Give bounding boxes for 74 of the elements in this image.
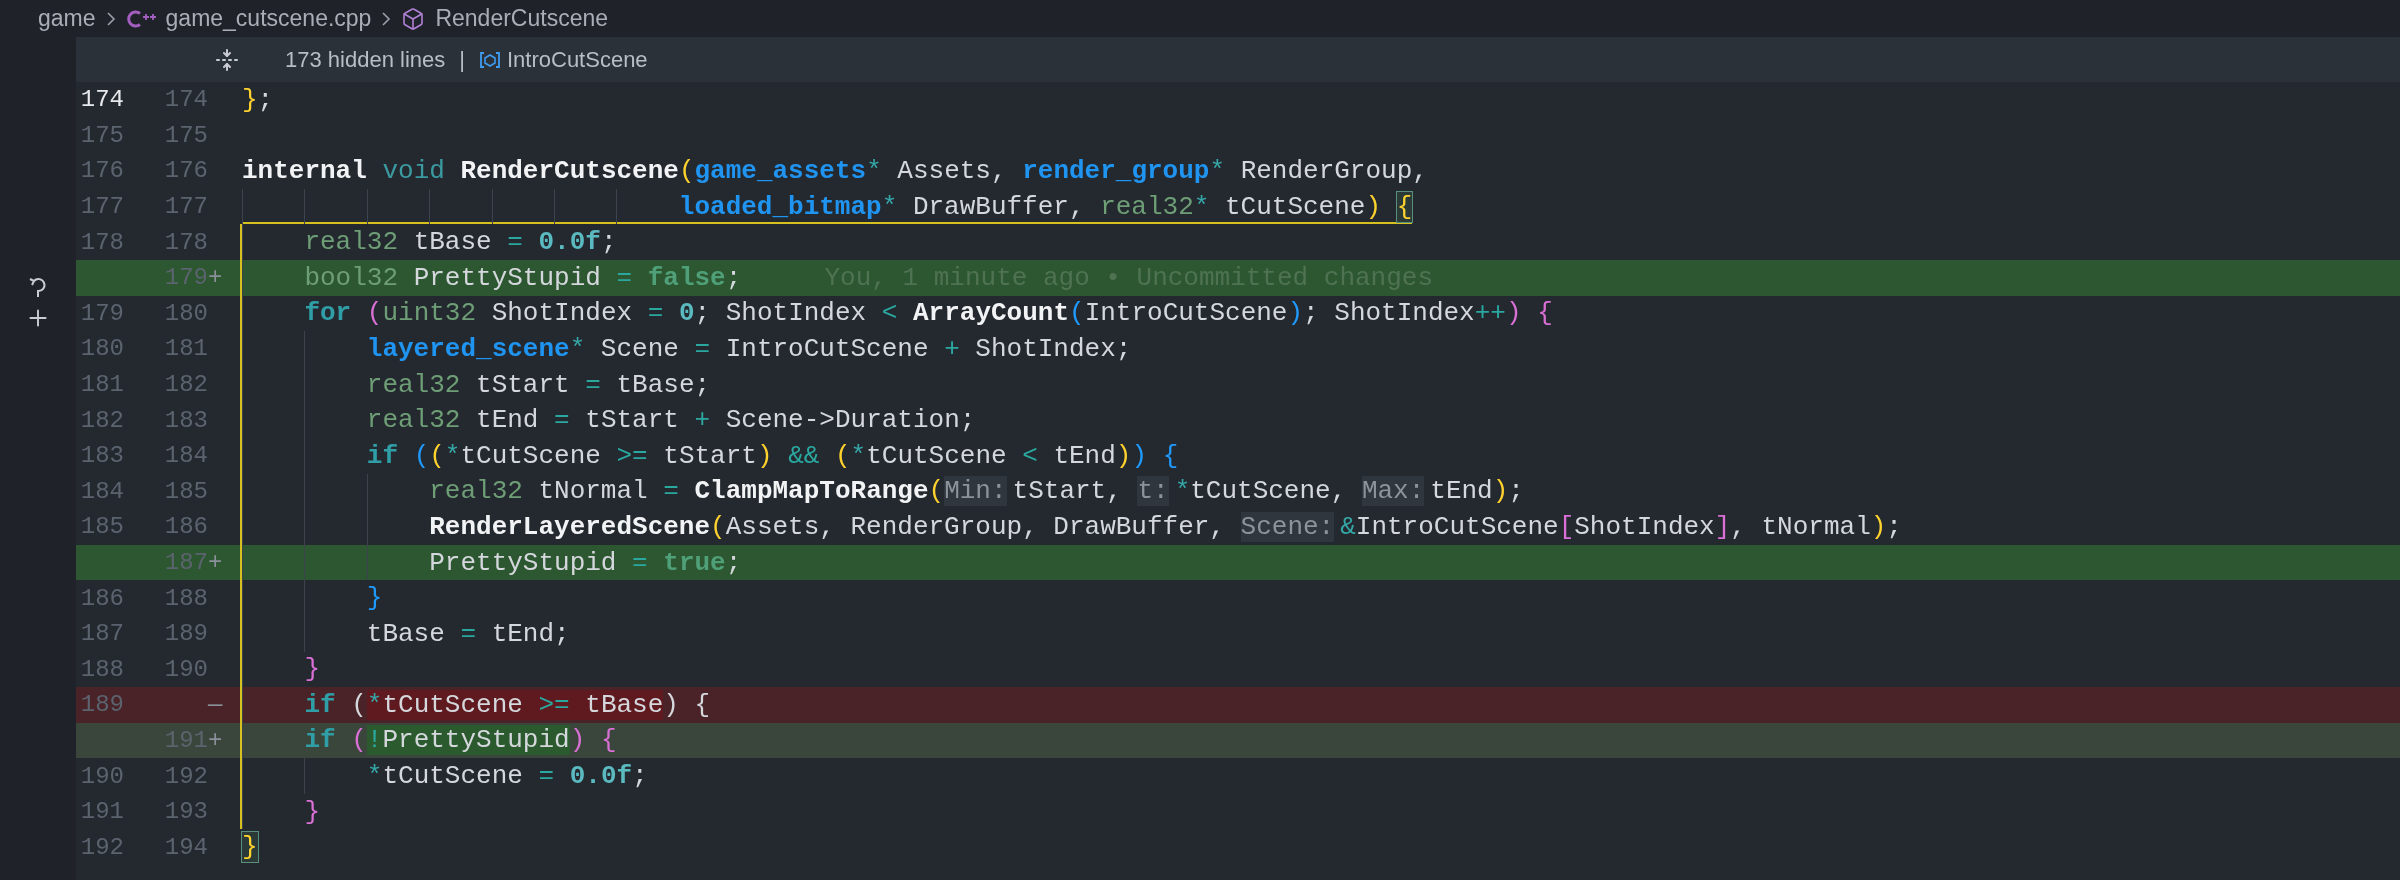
line-number: 193 bbox=[163, 798, 208, 826]
line-number: 174 bbox=[79, 86, 124, 114]
diff-marker: — bbox=[208, 691, 224, 719]
chevron-right-icon bbox=[105, 10, 116, 27]
line-number: 182 bbox=[163, 371, 208, 399]
code-line: internal void RenderCutscene(game_assets* Assets, render_group* RenderGroup, bbox=[242, 155, 1428, 188]
line-number: 187 bbox=[79, 620, 124, 648]
line-number: 175 bbox=[79, 121, 124, 149]
line-number: 187 bbox=[163, 549, 208, 576]
line-number: 190 bbox=[163, 655, 208, 683]
line-number: 189 bbox=[79, 691, 124, 719]
line-number: 174 bbox=[163, 86, 208, 114]
line-number: 179 bbox=[79, 299, 124, 327]
code-line: }; bbox=[242, 83, 274, 117]
line-number: 190 bbox=[79, 762, 124, 790]
breadcrumb-item[interactable]: RenderCutscene bbox=[435, 5, 608, 32]
line-number: 176 bbox=[79, 157, 124, 185]
line-number: 188 bbox=[79, 655, 124, 683]
line-number: 186 bbox=[79, 584, 124, 612]
code-line: if (!PrettyStupid) { bbox=[242, 722, 617, 759]
line-number: 178 bbox=[163, 228, 208, 256]
line-number: 175 bbox=[163, 121, 208, 149]
line-number: 177 bbox=[163, 193, 208, 221]
line-number: 194 bbox=[163, 833, 208, 861]
variable-symbol-icon bbox=[478, 50, 501, 69]
code-line: real32 tStart = tBase; bbox=[242, 366, 711, 403]
cube-icon bbox=[401, 6, 426, 31]
line-number: 179 bbox=[163, 264, 208, 292]
code-line: real32 tBase = 0.0f; bbox=[242, 224, 617, 260]
separator: | bbox=[459, 46, 465, 73]
code-line: PrettyStupid = true; bbox=[242, 544, 742, 581]
breadcrumb-item[interactable]: game_cutscene.cpp bbox=[165, 5, 372, 32]
line-number: 180 bbox=[79, 335, 124, 363]
diff-marker: + bbox=[208, 549, 224, 576]
code-line: if ((*tCutScene >= tStart) && (*tCutScene < tEnd)) { bbox=[242, 437, 1179, 474]
diff-marker: + bbox=[208, 727, 224, 754]
line-number: 189 bbox=[163, 620, 208, 648]
code-line: } bbox=[242, 793, 320, 830]
line-number: 185 bbox=[163, 477, 208, 505]
line-number: 191 bbox=[79, 798, 124, 826]
code-line: if (*tCutScene >= tBase) { bbox=[242, 687, 711, 723]
code-line: loaded_bitmap* DrawBuffer, real32* tCutScene) { bbox=[242, 188, 1413, 225]
code-line: layered_scene* Scene = IntroCutScene + ShotIndex; bbox=[242, 331, 1132, 367]
code-line: RenderLayeredScene(Assets, RenderGroup, DrawBuffer, Scene: &IntroCutScene[ShotIndex], tNormal); bbox=[242, 509, 1902, 545]
line-number: 183 bbox=[163, 406, 208, 434]
line-number: 181 bbox=[79, 371, 124, 399]
code-line: real32 tEnd = tStart + Scene->Duration; bbox=[242, 402, 976, 438]
line-number: 177 bbox=[79, 193, 124, 221]
chevron-right-icon bbox=[381, 10, 392, 27]
code-line: for (uint32 ShotIndex = 0; ShotIndex < ArrayCount(IntroCutScene); ShotIndex++) { bbox=[242, 295, 1553, 332]
line-number: 186 bbox=[163, 513, 208, 541]
line-number: 185 bbox=[79, 513, 124, 541]
code-line: } bbox=[242, 580, 383, 616]
diff-marker: + bbox=[208, 264, 224, 292]
code-line: tBase = tEnd; bbox=[242, 615, 570, 652]
cpp-file-icon bbox=[125, 8, 156, 29]
line-number: 176 bbox=[163, 157, 208, 185]
line-number: 188 bbox=[163, 584, 208, 612]
line-number: 178 bbox=[79, 228, 124, 256]
code-line: bool32 PrettyStupid = false; bbox=[242, 259, 742, 296]
breadcrumb-item[interactable]: game bbox=[38, 5, 96, 32]
line-number: 180 bbox=[163, 299, 208, 327]
line-number: 184 bbox=[163, 442, 208, 470]
line-number: 184 bbox=[79, 477, 124, 505]
hidden-lines-label[interactable]: 173 hidden lines bbox=[285, 46, 446, 73]
unfold-icon[interactable] bbox=[215, 47, 239, 72]
code-line: real32 tNormal = ClampMapToRange(Min: tStart, t: *tCutScene, Max: tEnd); bbox=[242, 473, 1524, 510]
line-number: 181 bbox=[163, 335, 208, 363]
line-number: 192 bbox=[163, 762, 208, 790]
line-number: 182 bbox=[79, 406, 124, 434]
line-number: 192 bbox=[79, 833, 124, 861]
code-line: *tCutScene = 0.0f; bbox=[242, 758, 648, 794]
line-number: 183 bbox=[79, 442, 124, 470]
symbol-name[interactable]: IntroCutScene bbox=[506, 46, 648, 73]
